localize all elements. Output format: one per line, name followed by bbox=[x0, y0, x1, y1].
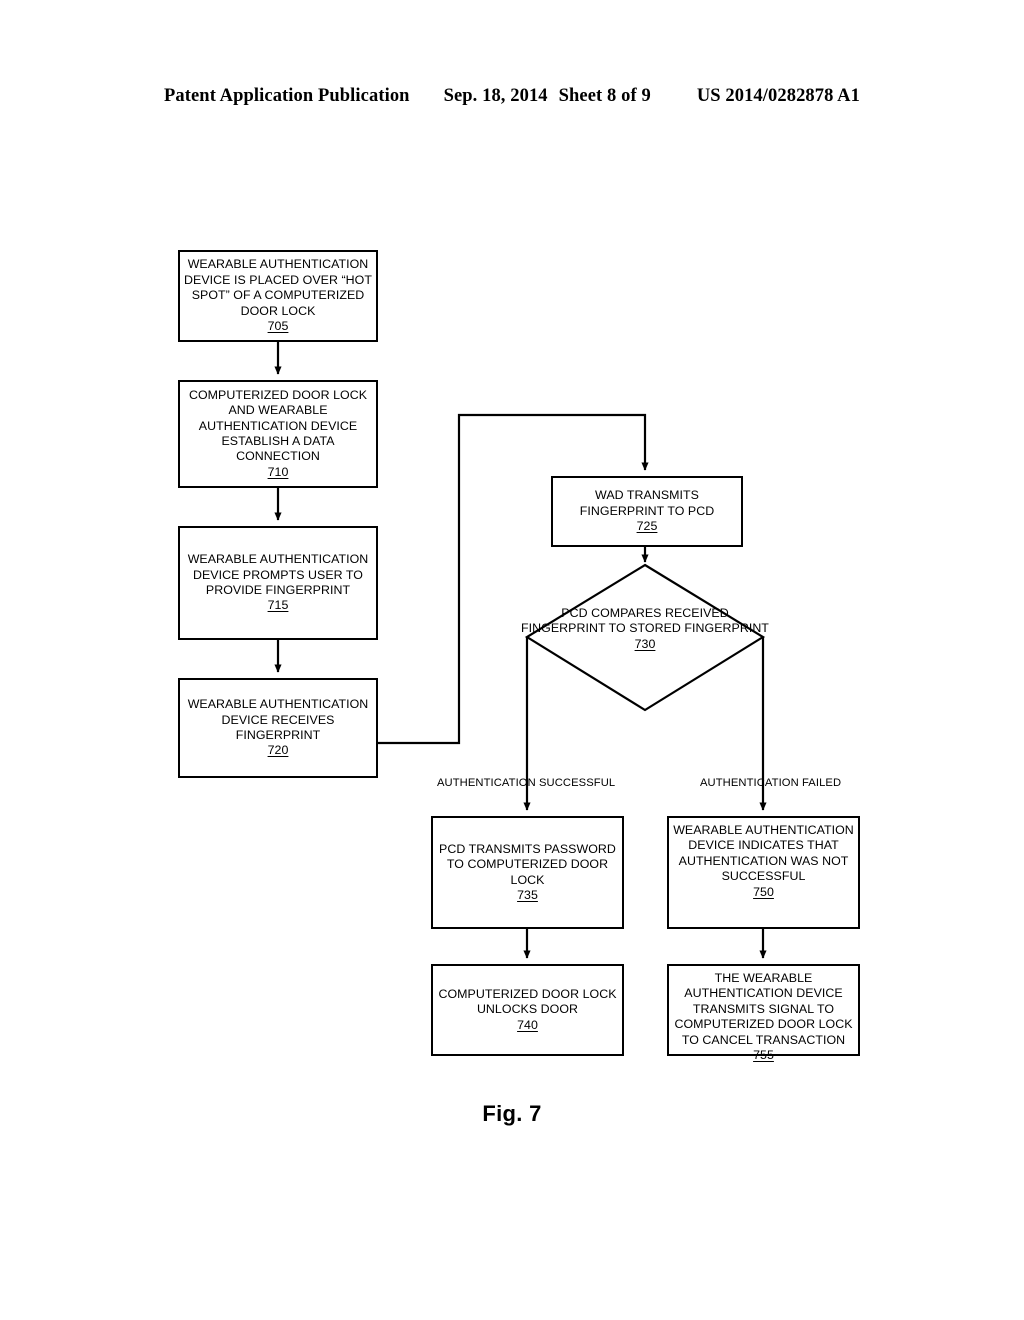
edge-label-authentication-failed: AUTHENTICATION FAILED bbox=[700, 777, 842, 789]
decision-node-730-label: PCD COMPARES RECEIVED FINGERPRINT TO STO… bbox=[521, 606, 769, 652]
process-node-705-text: WEARABLE AUTHENTICATION DEVICE IS PLACED… bbox=[184, 257, 372, 318]
process-node-725-text: WAD TRANSMITS FINGERPRINT TO PCD bbox=[579, 488, 715, 518]
process-node-725-ref: 725 bbox=[636, 519, 658, 534]
figure-caption: Fig. 7 bbox=[482, 1101, 542, 1126]
decision-node-730-ref: 730 bbox=[634, 636, 656, 651]
process-node-710: COMPUTERIZED DOOR LOCK AND WEARABLE AUTH… bbox=[178, 380, 378, 488]
process-node-715: WEARABLE AUTHENTICATION DEVICE PROMPTS U… bbox=[178, 526, 378, 640]
process-node-740-ref: 740 bbox=[517, 1017, 538, 1032]
process-node-750-ref: 750 bbox=[753, 884, 774, 899]
process-node-735: PCD TRANSMITS PASSWORD TO COMPUTERIZED D… bbox=[431, 816, 624, 929]
decision-node-730-text: PCD COMPARES RECEIVED FINGERPRINT TO STO… bbox=[521, 606, 769, 636]
process-node-715-text: WEARABLE AUTHENTICATION DEVICE PROMPTS U… bbox=[187, 552, 369, 597]
process-node-720-ref: 720 bbox=[267, 743, 289, 758]
process-node-710-ref: 710 bbox=[267, 464, 289, 479]
process-node-755-ref: 755 bbox=[753, 1048, 774, 1063]
process-node-720: WEARABLE AUTHENTICATION DEVICE RECEIVES … bbox=[178, 678, 378, 778]
process-node-725: WAD TRANSMITS FINGERPRINT TO PCD 725 bbox=[551, 476, 743, 547]
process-node-705-ref: 705 bbox=[267, 319, 289, 334]
process-node-755-text: THE WEARABLE AUTHENTICATION DEVICE TRANS… bbox=[674, 971, 853, 1047]
process-node-710-text: COMPUTERIZED DOOR LOCK AND WEARABLE AUTH… bbox=[188, 387, 368, 464]
decision-node-730: PCD COMPARES RECEIVED FINGERPRINT TO STO… bbox=[521, 565, 769, 710]
process-node-735-text: PCD TRANSMITS PASSWORD TO COMPUTERIZED D… bbox=[439, 841, 616, 887]
edge-label-authentication-successful: AUTHENTICATION SUCCESSFUL bbox=[437, 777, 616, 789]
process-node-750: WEARABLE AUTHENTICATION DEVICE INDICATES… bbox=[667, 816, 860, 929]
process-node-740: COMPUTERIZED DOOR LOCK UNLOCKS DOOR 740 bbox=[431, 964, 624, 1056]
process-node-705: WEARABLE AUTHENTICATION DEVICE IS PLACED… bbox=[178, 250, 378, 342]
flowchart-figure: WEARABLE AUTHENTICATION DEVICE IS PLACED… bbox=[0, 0, 1024, 1320]
process-node-720-text: WEARABLE AUTHENTICATION DEVICE RECEIVES … bbox=[187, 697, 369, 742]
process-node-755: THE WEARABLE AUTHENTICATION DEVICE TRANS… bbox=[667, 964, 860, 1062]
process-node-735-ref: 735 bbox=[517, 887, 538, 902]
process-node-715-ref: 715 bbox=[267, 598, 289, 613]
process-node-740-text: COMPUTERIZED DOOR LOCK UNLOCKS DOOR bbox=[438, 986, 617, 1017]
process-node-750-text: WEARABLE AUTHENTICATION DEVICE INDICATES… bbox=[673, 823, 854, 884]
